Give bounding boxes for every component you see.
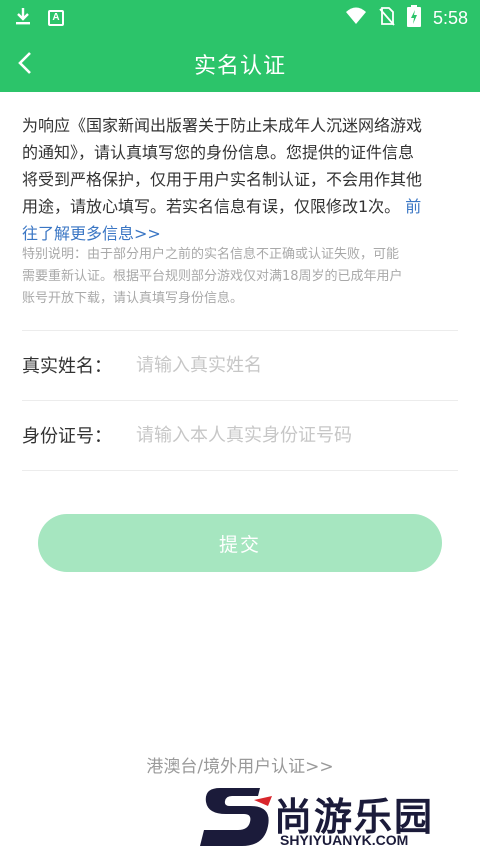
special-note: 特别说明：由于部分用户之前的实名信息不正确或认证失败，可能 需要重新认证。根据平… — [22, 244, 462, 310]
app-badge-icon: A — [48, 10, 64, 26]
no-sim-icon — [379, 6, 395, 31]
overseas-verification-link[interactable]: 港澳台/境外用户认证>> — [0, 752, 480, 777]
divider — [22, 330, 458, 331]
notice-line-text: 用途，请放心填写。若实名信息有误，仅限修改1次。 — [22, 197, 401, 216]
notice-text: 为响应《国家新闻出版署关于防止未成年人沉迷网络游戏 的通知》，请认真填写您的身份… — [22, 112, 462, 247]
notice-line: 的通知》，请认真填写您的身份信息。您提供的证件信息 — [22, 143, 415, 162]
logo-s-icon — [200, 788, 272, 846]
watermark-url: SHYIYUANYK.COM — [280, 832, 409, 848]
name-row: 真实姓名： — [22, 345, 458, 385]
special-note-line: 特别说明：由于部分用户之前的实名信息不正确或认证失败，可能 — [22, 247, 400, 262]
id-row: 身份证号： — [22, 415, 458, 455]
clock: 5:58 — [432, 8, 468, 28]
special-note-line: 需要重新认证。根据平台规则部分游戏仅对满18周岁的已成年用户 — [22, 269, 403, 284]
learn-more-link[interactable]: 往了解更多信息>> — [22, 220, 462, 247]
status-bar: A 5:58 — [0, 0, 480, 34]
name-input[interactable] — [136, 354, 456, 376]
learn-more-link[interactable]: 前 — [405, 197, 421, 216]
page-title: 实名认证 — [193, 54, 286, 79]
nav-bar: 实名认证 — [0, 34, 480, 92]
watermark-logo: 尚游乐园 SHYIYUANYK.COM — [196, 782, 480, 853]
id-label: 身份证号： — [22, 426, 112, 447]
id-number-input[interactable] — [136, 424, 456, 446]
special-note-line: 账号开放下载，请认真填写身份信息。 — [22, 291, 244, 306]
submit-button[interactable]: 提交 — [38, 514, 442, 572]
wifi-icon — [345, 6, 367, 31]
divider — [22, 400, 458, 401]
notice-line: 为响应《国家新闻出版署关于防止未成年人沉迷网络游戏 — [22, 116, 423, 135]
battery-charging-icon — [406, 5, 421, 32]
notice-line: 将受到严格保护，仅用于用户实名制认证，不会用作其他 — [22, 170, 423, 189]
divider — [22, 470, 458, 471]
name-label: 真实姓名： — [22, 356, 112, 377]
notice-line: 用途，请放心填写。若实名信息有误，仅限修改1次。 前 — [22, 193, 462, 220]
download-icon — [14, 6, 32, 30]
